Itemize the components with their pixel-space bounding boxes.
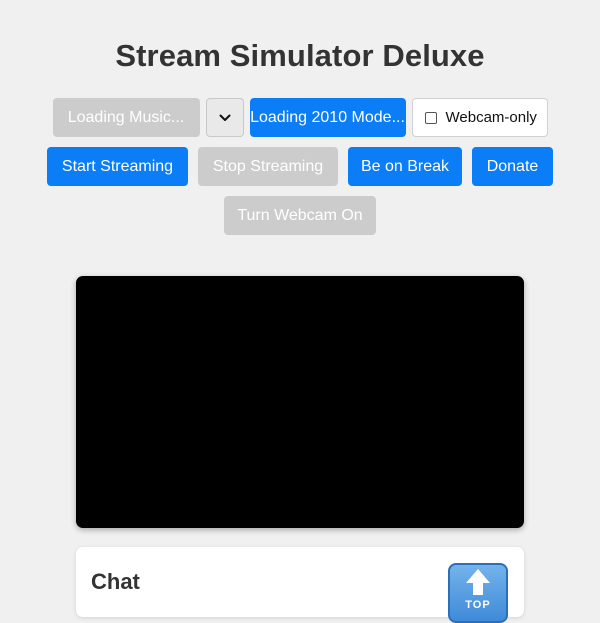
chevron-down-icon: [219, 114, 230, 121]
control-row-3: Turn Webcam On: [0, 196, 600, 235]
control-row-2: Start Streaming Stop Streaming Be on Bre…: [0, 147, 600, 186]
music-button[interactable]: Loading Music...: [52, 98, 200, 137]
stop-streaming-button[interactable]: Stop Streaming: [198, 147, 338, 186]
turn-webcam-on-button[interactable]: Turn Webcam On: [224, 196, 376, 235]
start-streaming-button[interactable]: Start Streaming: [47, 147, 188, 186]
music-select[interactable]: [205, 98, 244, 137]
be-on-break-button[interactable]: Be on Break: [348, 147, 462, 186]
top-button[interactable]: TOP: [448, 563, 508, 623]
top-arrow-icon: [466, 569, 490, 595]
control-row-1: Loading Music... Loading 2010 Mode... We…: [0, 98, 600, 137]
webcam-only-label: Webcam-only: [445, 109, 537, 126]
page: Stream Simulator Deluxe Loading Music...…: [0, 0, 600, 623]
page-title: Stream Simulator Deluxe: [115, 38, 485, 73]
chat-title: Chat: [91, 569, 140, 594]
chat-panel: Chat TOP: [76, 547, 524, 623]
webcam-only-checkbox[interactable]: [424, 111, 437, 124]
mode-button[interactable]: Loading 2010 Mode...: [249, 98, 406, 137]
donate-button[interactable]: Donate: [472, 147, 553, 186]
stream-video[interactable]: [76, 276, 524, 528]
control-panel: Loading Music... Loading 2010 Mode... We…: [0, 98, 600, 245]
webcam-only-toggle[interactable]: Webcam-only: [411, 98, 548, 137]
top-button-label: TOP: [465, 599, 491, 611]
